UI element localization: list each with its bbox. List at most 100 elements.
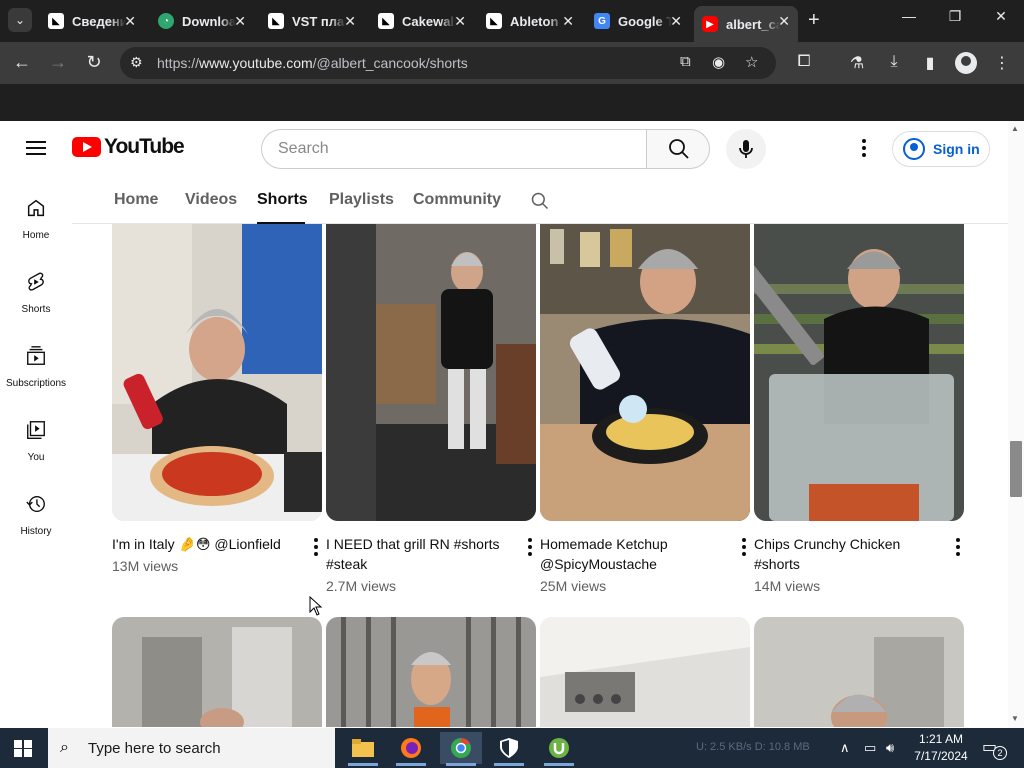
scroll-down-icon[interactable]: ▼ [1011,714,1019,723]
tab-videos[interactable]: Videos [185,191,237,209]
show-hidden-icons-icon[interactable]: ∧ [840,740,850,756]
tab-community[interactable]: Community [413,191,501,209]
labs-flask-icon[interactable]: ⚗ [845,53,869,73]
close-icon[interactable]: ✕ [234,13,246,30]
file-explorer-icon[interactable] [342,732,384,766]
site-settings-icon[interactable]: ⚙ [130,54,143,71]
short-card[interactable] [326,617,536,727]
short-title[interactable]: Chips Crunchy Chicken #shorts [754,534,934,574]
bookmark-star-icon[interactable]: ☆ [745,53,758,71]
short-card[interactable]: Chips Crunchy Chicken #shorts 14M views [754,224,964,594]
short-title[interactable]: I NEED that grill RN #shorts #steak [326,534,506,574]
browser-toolbar: ← → ↻ ⚙ https://www.youtube.com/@albert_… [0,42,1024,84]
menu-more-icon[interactable]: ⋮ [990,53,1014,73]
chrome-icon[interactable] [440,732,482,766]
taskbar-search[interactable]: ⌕ Type here to search [48,728,335,768]
close-icon[interactable]: ✕ [124,13,136,30]
tab-playlists[interactable]: Playlists [329,191,394,209]
sidebar-item-shorts[interactable]: Shorts [0,251,72,321]
firefox-icon[interactable] [390,732,432,766]
forward-button[interactable]: → [46,52,70,73]
sidebar-item-subscriptions[interactable]: Subscriptions [0,325,72,395]
scrollbar-thumb[interactable] [1010,441,1022,497]
close-icon[interactable]: ✕ [670,13,682,30]
back-button[interactable]: ← [10,52,34,73]
short-title[interactable]: I'm in Italy 🤌😳 @Lionfield [112,534,292,554]
tab-home[interactable]: Home [114,191,158,209]
restore-button[interactable]: ❐ [940,8,970,25]
scroll-up-icon[interactable]: ▲ [1011,124,1019,133]
browser-tab[interactable]: ◣ Ableton ✕ [478,6,582,36]
eye-off-icon[interactable]: ◉ [712,53,725,71]
settings-more-icon[interactable] [856,139,872,159]
close-icon[interactable]: ✕ [778,13,790,30]
extensions-icon[interactable]: ⧠ [792,53,816,71]
security-shield-icon[interactable] [488,732,530,766]
download-icon[interactable]: ⤓ [882,53,906,71]
browser-tab[interactable]: G Google Translate ✕ [586,6,690,36]
home-icon [27,199,45,217]
history-icon [26,495,45,513]
sidebar-item-you[interactable]: You [0,399,72,469]
profile-avatar[interactable] [955,52,977,74]
channel-search-icon[interactable] [530,191,550,211]
install-app-icon[interactable]: ⧉ [680,53,691,70]
short-card[interactable] [112,617,322,727]
short-more-icon[interactable] [956,538,960,559]
short-thumbnail[interactable] [326,224,536,521]
browser-tab[interactable]: ◣ Cakewalk ✕ [370,6,474,36]
short-thumbnail[interactable] [540,617,750,727]
close-icon[interactable]: ✕ [344,13,356,30]
browser-tab[interactable]: ◔ Downloads ✕ [150,6,254,36]
short-thumbnail[interactable] [112,224,322,521]
search-input[interactable] [278,130,638,168]
short-thumbnail[interactable] [540,224,750,521]
utorrent-icon[interactable] [538,732,580,766]
short-more-icon[interactable] [314,538,318,559]
short-card[interactable]: Homemade Ketchup @SpicyMoustache 25M vie… [540,224,750,594]
search-button[interactable] [646,129,710,169]
side-panel-icon[interactable]: ▮ [918,53,942,73]
sidebar-item-home[interactable]: Home [0,177,72,247]
short-more-icon[interactable] [528,538,532,559]
short-card[interactable]: I NEED that grill RN #shorts #steak 2.7M… [326,224,536,594]
short-thumbnail[interactable] [112,617,322,727]
windows-start-icon[interactable] [14,740,32,757]
short-title[interactable]: Homemade Ketchup @SpicyMoustache [540,534,720,574]
voice-search-button[interactable] [726,129,766,169]
menu-icon[interactable] [26,141,46,155]
tab-shorts[interactable]: Shorts [257,191,308,209]
short-more-icon[interactable] [742,538,746,559]
tab-search-button[interactable]: ⌄ [8,8,32,32]
short-thumbnail[interactable] [754,224,964,521]
vst-site-icon: ◣ [486,13,502,29]
browser-tab-active[interactable]: ▶ albert_cancook ✕ [694,6,798,42]
sign-in-button[interactable]: Sign in [892,131,990,167]
url-text[interactable]: https://www.youtube.com/@albert_cancook/… [157,55,468,71]
network-icon[interactable]: ▭ [864,740,876,756]
system-clock[interactable]: 1:21 AM 7/17/2024 [908,731,974,765]
minimize-button[interactable]: — [894,8,924,24]
address-bar[interactable]: ⚙ https://www.youtube.com/@albert_cancoo… [120,47,776,79]
reload-button[interactable]: ↻ [82,52,106,73]
browser-tab[interactable]: ◣ VST плагины ✕ [260,6,364,36]
notifications-icon[interactable]: ▭ 2 [982,737,1007,760]
short-views: 13M views [112,558,179,574]
short-card[interactable] [540,617,750,727]
youtube-sidebar: Home Shorts Subscriptions You History [0,177,72,728]
browser-tab-strip: ⌄ ◣ Сведения ✕ ◔ Downloads ✕ ◣ VST плаги… [0,0,1024,42]
youtube-logo-text[interactable]: YouTube [104,135,185,159]
new-tab-button[interactable]: + [808,9,820,32]
short-thumbnail[interactable] [754,617,964,727]
browser-tab[interactable]: ◣ Сведения ✕ [40,6,144,36]
close-window-button[interactable]: ✕ [986,8,1016,25]
short-card[interactable]: I'm in Italy 🤌😳 @Lionfield 13M views [112,224,322,574]
close-icon[interactable]: ✕ [562,13,574,30]
short-card[interactable] [754,617,964,727]
volume-icon[interactable]: 🔊︎ [886,740,894,756]
close-icon[interactable]: ✕ [454,13,466,30]
page-scrollbar[interactable] [1008,121,1024,728]
youtube-logo-icon[interactable] [72,137,101,157]
sidebar-item-history[interactable]: History [0,473,72,543]
short-thumbnail[interactable] [326,617,536,727]
